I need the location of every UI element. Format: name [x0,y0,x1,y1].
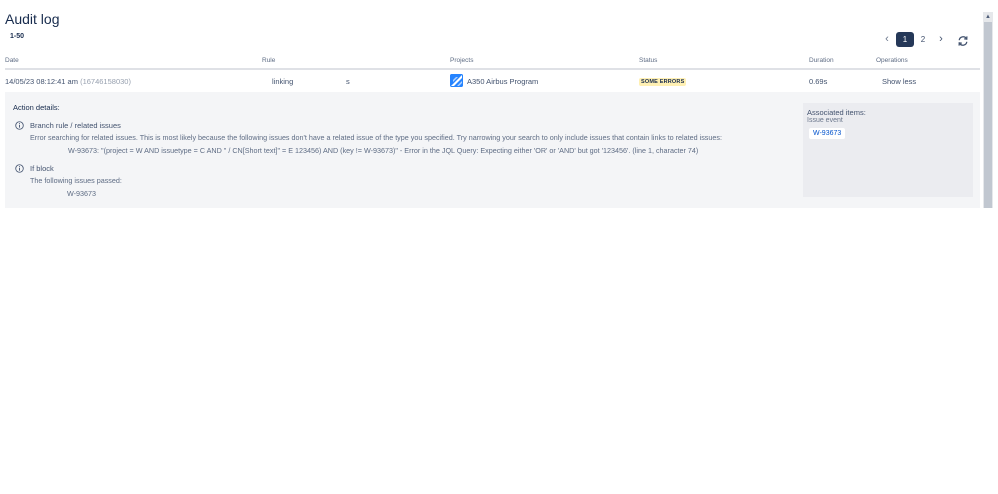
refresh-icon[interactable] [957,35,969,47]
info-icon [15,164,24,173]
row-duration: 0.69s [809,77,828,86]
branch-rule-error: W-93673: "(project = W AND issuetype = C… [68,146,699,155]
row-rule-suffix: s [346,77,350,86]
passed-issue-key: W-93673 [67,189,97,198]
status-badge: SOME ERRORS [639,78,687,86]
if-block-message: The following issues passed: [30,176,122,185]
column-header-operations: Operations [876,57,908,64]
branch-rule-title: Branch rule / related issues [30,121,121,130]
chevron-left-icon[interactable]: ‹ [881,33,893,45]
row-timestamp: (16746158030) [80,77,131,86]
column-header-status: Status [639,57,658,64]
chevron-right-icon[interactable]: › [935,33,947,45]
associated-issue-link[interactable]: W-93673 [809,128,846,139]
if-block-title: If block [30,164,54,173]
associated-items-title: Associated items: [807,108,866,117]
row-rule-link[interactable]: linking [272,77,293,86]
page-button-1[interactable]: 1 [896,32,914,47]
scroll-up-icon[interactable]: ▲ [983,12,993,22]
row-date: 14/05/23 08:12:41 am (16746158030) [5,77,131,86]
page-title: Audit log [5,11,60,27]
scrollbar-thumb[interactable] [984,22,992,208]
column-header-date: Date [5,57,19,64]
row-date-value: 14/05/23 08:12:41 am [5,77,78,86]
column-header-duration: Duration [809,57,834,64]
results-range: 1-50 [10,33,25,40]
column-header-rule: Rule [262,57,276,64]
show-less-button[interactable]: Show less [882,77,916,86]
info-icon [15,121,24,130]
project-avatar-icon [450,74,463,87]
column-header-projects: Projects [450,57,474,64]
header-divider [5,68,980,70]
scrollbar[interactable] [983,12,993,208]
page-button-2[interactable]: 2 [914,32,932,47]
row-project-name[interactable]: A350 Airbus Program [467,77,538,86]
associated-items-subtitle: Issue event [807,117,843,124]
action-details-title: Action details: [13,103,60,112]
branch-rule-message: Error searching for related issues. This… [30,133,722,142]
